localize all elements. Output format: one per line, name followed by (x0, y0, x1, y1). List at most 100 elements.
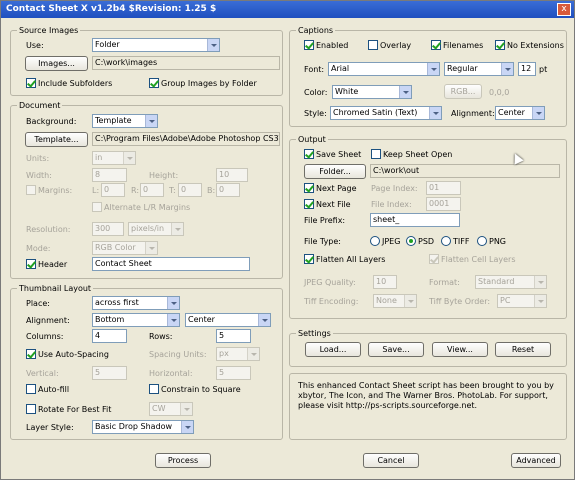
file-index-field[interactable]: 0001 (426, 197, 461, 211)
format-select[interactable]: Standard (475, 275, 547, 289)
folder-button[interactable]: Folder... (304, 164, 366, 179)
cancel-button[interactable]: Cancel (363, 453, 419, 468)
save-sheet-checkbox[interactable] (304, 149, 314, 159)
rgb-button[interactable]: RGB... (444, 84, 482, 99)
reset-button[interactable]: Reset (495, 342, 551, 357)
place-label: Place: (26, 299, 50, 308)
keep-open-checkbox[interactable] (371, 149, 381, 159)
captions-enabled-checkbox[interactable] (304, 40, 314, 50)
chevron-down-icon (167, 297, 179, 309)
images-button[interactable]: Images... (25, 56, 88, 71)
captions-legend: Captions (298, 26, 334, 35)
color-label: Color: (304, 88, 328, 97)
page-index-field[interactable]: 01 (426, 181, 461, 195)
page-index-label: Page Index: (371, 184, 418, 193)
rotate-direction-select[interactable]: CW (149, 402, 193, 416)
file-prefix-field[interactable]: sheet_ (370, 213, 460, 227)
mode-label: Mode: (26, 244, 51, 253)
width-label: Width: (26, 171, 52, 180)
auto-fill-label: Auto-fill (38, 385, 70, 394)
save-button[interactable]: Save... (368, 342, 424, 357)
auto-spacing-label: Use Auto-Spacing (38, 350, 109, 359)
vertical-field[interactable]: 5 (92, 366, 127, 380)
close-button[interactable]: x (557, 3, 571, 16)
font-select[interactable]: Arial (328, 62, 440, 76)
height-field[interactable]: 10 (216, 168, 248, 182)
no-extensions-checkbox[interactable] (495, 40, 505, 50)
constrain-square-label: Constrain to Square (161, 385, 241, 394)
flatten-cell-checkbox[interactable] (429, 254, 439, 264)
filenames-checkbox[interactable] (431, 40, 441, 50)
tiff-encoding-select[interactable]: None (373, 294, 417, 308)
resolution-field[interactable]: 300 (92, 222, 124, 236)
resolution-unit-select[interactable]: pixels/in (128, 222, 184, 236)
next-page-checkbox[interactable] (304, 183, 314, 193)
rotate-best-fit-checkbox[interactable] (26, 404, 36, 414)
units-label: Units: (26, 154, 50, 163)
constrain-square-checkbox[interactable] (149, 384, 159, 394)
alignment-vertical-select[interactable]: Bottom (92, 313, 180, 327)
margin-l-field[interactable]: 0 (101, 183, 125, 197)
tiff-byte-order-select[interactable]: PC (497, 294, 547, 308)
file-type-jpeg-radio[interactable] (370, 236, 380, 246)
file-type-png-radio[interactable] (477, 236, 487, 246)
margin-b-field[interactable]: 0 (216, 183, 240, 197)
file-type-psd-radio[interactable] (406, 236, 416, 246)
header-field[interactable]: Contact Sheet (92, 257, 250, 271)
margin-l-label: L: (92, 186, 100, 195)
overlay-checkbox[interactable] (368, 40, 378, 50)
columns-field[interactable]: 4 (92, 329, 127, 343)
header-checkbox[interactable] (26, 259, 36, 269)
file-type-tiff-radio[interactable] (441, 236, 451, 246)
font-size-field[interactable]: 12 (518, 62, 536, 76)
chevron-down-icon (181, 421, 193, 433)
load-button[interactable]: Load... (305, 342, 361, 357)
units-select[interactable]: in (92, 151, 136, 165)
rows-field[interactable]: 5 (216, 329, 251, 343)
template-button[interactable]: Template... (25, 132, 88, 147)
process-button[interactable]: Process (155, 453, 211, 468)
chevron-down-icon (258, 314, 270, 326)
color-select[interactable]: White (332, 85, 412, 99)
font-style-select[interactable]: Regular (444, 62, 514, 76)
output-legend: Output (298, 135, 326, 144)
credits-text: This enhanced Contact Sheet script has b… (298, 381, 554, 410)
keep-open-label: Keep Sheet Open (383, 150, 453, 159)
rotate-direction-value: CW (152, 404, 166, 413)
alternate-margins-checkbox[interactable] (92, 202, 102, 212)
margin-t-field[interactable]: 0 (178, 183, 202, 197)
use-select[interactable]: Folder (92, 38, 220, 52)
next-file-checkbox[interactable] (304, 199, 314, 209)
background-select[interactable]: Template (92, 114, 158, 128)
alignment-horizontal-select[interactable]: Center (185, 313, 271, 327)
caption-alignment-select[interactable]: Center (495, 106, 545, 120)
view-button[interactable]: View... (432, 342, 488, 357)
font-unit-label: pt (539, 65, 548, 74)
width-field[interactable]: 8 (92, 168, 127, 182)
height-label: Height: (149, 171, 179, 180)
settings-legend: Settings (298, 329, 331, 338)
file-type-label: File Type: (304, 237, 341, 246)
jpeg-quality-field[interactable]: 10 (373, 275, 397, 289)
thumbnail-layout-legend: Thumbnail Layout (19, 284, 92, 293)
layer-style-select[interactable]: Basic Drop Shadow (92, 420, 194, 434)
margin-r-field[interactable]: 0 (140, 183, 164, 197)
source-images-legend: Source Images (19, 26, 79, 35)
group-by-folder-label: Group Images by Folder (161, 79, 257, 88)
chevron-down-icon (534, 276, 546, 288)
auto-spacing-checkbox[interactable] (26, 349, 36, 359)
font-value: Arial (331, 64, 350, 73)
chevron-down-icon (404, 295, 416, 307)
caption-style-select[interactable]: Chromed Satin (Text) (330, 106, 442, 120)
horizontal-field[interactable]: 5 (216, 366, 251, 380)
auto-fill-checkbox[interactable] (26, 384, 36, 394)
spacing-units-select[interactable]: px (216, 347, 260, 361)
mode-select[interactable]: RGB Color (92, 241, 158, 255)
caption-style-label: Style: (304, 109, 327, 118)
place-select[interactable]: across first (92, 296, 180, 310)
include-subfolders-checkbox[interactable] (26, 78, 36, 88)
group-by-folder-checkbox[interactable] (149, 78, 159, 88)
advanced-button[interactable]: Advanced (511, 453, 561, 468)
margins-checkbox[interactable] (26, 185, 36, 195)
flatten-all-checkbox[interactable] (304, 254, 314, 264)
